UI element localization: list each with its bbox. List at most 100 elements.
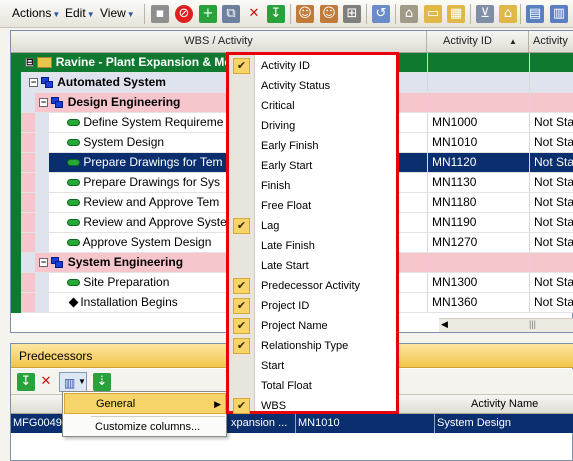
activity-bar-icon [67,179,80,187]
edit-menu[interactable]: Edit▼ [65,6,95,20]
lock-icon[interactable]: ⌂ [400,5,418,23]
resource-icon[interactable]: ☺ [296,5,314,23]
column-option-label: Relationship Type [261,340,349,352]
sort-ascending-icon: ▲ [509,37,517,46]
delete-icon[interactable]: ✕ [245,5,263,23]
row-name: Design Engineering [67,95,181,109]
activity-status-cell [529,93,573,112]
folder-icon[interactable]: ▭ [424,5,442,23]
row-name: Ravine - Plant Expansion & Mo [55,55,232,69]
assign-predecessor-icon[interactable]: ↧ [17,373,35,391]
remove-predecessor-icon[interactable]: ✕ [37,373,55,391]
assign-resource-icon[interactable]: ☺ [320,5,338,23]
checkmark-icon: ✔ [233,398,250,414]
predecessor-activity-name-cell: System Design [434,414,511,433]
wbs-activity-column-header[interactable]: WBS / Activity [11,31,427,52]
row-name: Installation Begins [80,295,178,309]
activity-name-column-header[interactable]: Activity Name [471,398,538,410]
column-picker-submenu: ✔ Activity ID Activity Status Critical Drivi… [226,52,399,414]
column-option-label: Early Start [261,160,313,172]
toolbar-separator [366,4,367,24]
level-indicator [11,213,21,233]
assign-icon[interactable]: ↧ [267,5,285,23]
activity-bar-icon [67,159,80,167]
goto-icon[interactable]: ⇣ [93,373,111,391]
activity-bar-icon [67,219,80,227]
expand-toggle-icon[interactable]: − [39,258,48,268]
activity-status-cell: Not Sta [529,133,573,152]
columns-dropdown-button[interactable]: ▥ ▼ [59,372,87,392]
save-icon[interactable]: ▪ [151,5,169,23]
columns-icon: ▥ [64,376,76,390]
column-option-label: Late Finish [261,240,315,252]
chevron-down-icon: ▼ [78,377,86,386]
row-name: Review and Approve Tem [83,195,220,209]
column-option-label: Start [261,360,285,372]
predecessor-project-cell: xpansion ... [231,417,288,429]
block-icon[interactable]: ⊘ [175,5,193,23]
column-option-start[interactable]: Start [229,356,396,376]
row-name: Prepare Drawings for Sys [83,175,221,189]
actions-menu[interactable]: Actions▼ [12,6,60,20]
expand-toggle-icon[interactable]: − [29,78,38,88]
activity-bar-icon [67,279,80,287]
wbs-tree-icon[interactable]: ⊞ [343,5,361,23]
column-option-late-start[interactable]: Late Start [229,256,396,276]
checkmark-icon: ✔ [233,278,250,294]
column-option-critical[interactable]: Critical [229,96,396,116]
column-option-early-start[interactable]: Early Start [229,156,396,176]
activity-status-cell: Not Sta [529,233,573,252]
activity-id-cell [427,253,529,272]
column-option-label: Free Float [261,200,312,212]
column-option-finish[interactable]: Finish [229,176,396,196]
scroll-left-icon[interactable]: ◀ [441,319,448,330]
column-option-total-float[interactable]: Total Float [229,376,396,396]
column-option-project-id[interactable]: ✔ Project ID [229,296,396,316]
menu-item-general[interactable]: General ▶ [64,393,226,414]
expand-toggle-icon[interactable]: ⊟ [25,58,34,68]
level-indicator [11,193,21,213]
activity-id-cell: MN1300 [427,273,529,292]
column-option-label: Early Finish [261,140,319,152]
level-indicator [11,173,21,193]
grid-header: WBS / Activity Activity ID ▲ Activity S [11,31,573,68]
horizontal-scrollbar[interactable]: ◀ ||| [439,318,573,332]
home-icon[interactable]: ⌂ [499,5,517,23]
row-name: Site Preparation [83,275,170,289]
column-option-early-finish[interactable]: Early Finish [229,136,396,156]
level-indicator [11,113,21,133]
view-menu[interactable]: View▼ [100,6,135,20]
column-option-activity-id[interactable]: ✔ Activity ID [229,56,396,76]
activity-status-cell [529,53,573,72]
activity-id-cell: MN1120 [427,153,529,172]
column-option-late-finish[interactable]: Late Finish [229,236,396,256]
column-option-free-float[interactable]: Free Float [229,196,396,216]
menu-item-customize-columns[interactable]: Customize columns... [64,417,226,438]
level-indicator [11,273,21,293]
link-icon[interactable]: ↺ [372,5,390,23]
activity-bar-icon [67,239,80,247]
activity-id-cell: MN1010 [427,133,529,152]
copy-activity-icon[interactable]: ⧉ [222,5,240,23]
report-icon[interactable]: ▤ [526,5,544,23]
print-icon[interactable]: ▥ [550,5,568,23]
activity-status-cell: Not Sta [529,213,573,232]
filter-icon[interactable]: ⊻ [476,5,494,23]
column-option-project-name[interactable]: ✔ Project Name [229,316,396,336]
activity-status-column-header[interactable]: Activity S [529,31,573,68]
scroll-thumb-grip[interactable]: ||| [529,319,536,329]
checkmark-icon: ✔ [233,338,250,354]
toolbar-separator [290,4,291,24]
expand-toggle-icon[interactable]: − [39,98,48,108]
column-option-activity-status[interactable]: Activity Status [229,76,396,96]
column-option-relationship-type[interactable]: ✔ Relationship Type [229,336,396,356]
add-activity-icon[interactable]: + [199,5,217,23]
column-option-driving[interactable]: Driving [229,116,396,136]
calendar-icon[interactable]: ▦ [447,5,465,23]
column-option-lag[interactable]: ✔ Lag [229,216,396,236]
column-option-wbs[interactable]: ✔ WBS [229,396,396,416]
column-option-predecessor-activity[interactable]: ✔ Predecessor Activity [229,276,396,296]
columns-context-menu: General ▶ Customize columns... [62,391,227,437]
predecessor-id-cell: MFG0049 [13,417,62,429]
activity-id-column-header[interactable]: Activity ID ▲ [427,31,529,52]
